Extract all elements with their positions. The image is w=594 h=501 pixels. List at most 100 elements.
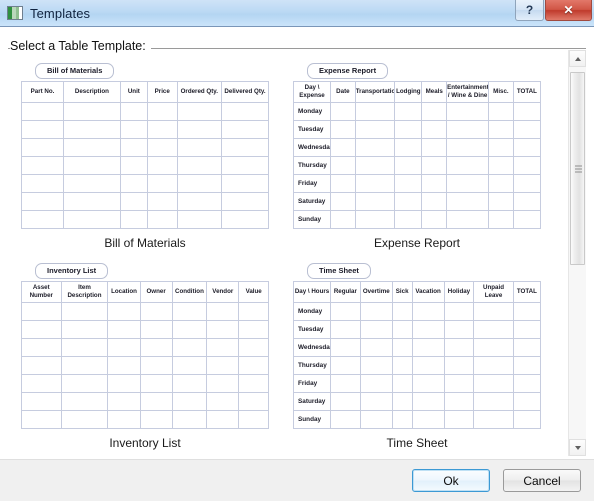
table-cell: [238, 392, 269, 411]
table-cell: [488, 156, 514, 175]
table-row: [21, 392, 269, 411]
table-row: Friday: [292, 374, 542, 393]
table-cell: [488, 192, 514, 211]
table-cell: [206, 302, 240, 321]
table-cell: [21, 138, 64, 157]
column-header: Value: [238, 281, 269, 303]
table-cell: [443, 410, 475, 429]
table-cell: [411, 392, 445, 411]
table-row: [21, 356, 269, 375]
table-cell: [330, 356, 361, 375]
cancel-button[interactable]: Cancel: [503, 469, 581, 492]
vertical-scrollbar[interactable]: [568, 50, 586, 456]
template-caption: Expense Report: [373, 236, 461, 250]
column-header: Unit: [119, 81, 148, 103]
help-button[interactable]: ?: [515, 0, 544, 21]
table-cell: [443, 338, 475, 357]
row-label-cell: Sunday: [292, 210, 332, 229]
table-cell: [512, 374, 542, 393]
table-cell: [119, 102, 148, 121]
table-cell: [206, 320, 240, 339]
table-cell: [359, 302, 393, 321]
table-cell: [238, 374, 269, 393]
template-option[interactable]: Bill of Materials Part No. Description Unit…: [9, 60, 281, 250]
scroll-up-arrow-icon[interactable]: [569, 50, 586, 67]
close-button[interactable]: ✕: [545, 0, 592, 21]
table-cell: [238, 320, 269, 339]
scroll-down-arrow-icon[interactable]: [569, 439, 586, 456]
template-caption: Bill of Materials: [104, 236, 186, 250]
table-cell: [359, 338, 393, 357]
table-cell: [146, 156, 178, 175]
table-cell: [119, 174, 148, 193]
table-row: Friday: [292, 174, 542, 193]
table-cell: [107, 356, 141, 375]
table-cell: [359, 374, 393, 393]
table-cell: [512, 392, 542, 411]
table-cell: [391, 356, 413, 375]
table-cell: [512, 410, 542, 429]
table-cell: [512, 174, 542, 193]
window-title: Templates: [30, 5, 91, 21]
table-cell: [359, 410, 393, 429]
table-cell: [221, 174, 269, 193]
table-cell: [176, 192, 223, 211]
table-row: [21, 174, 269, 193]
table-cell: [446, 156, 490, 175]
table-cell: [488, 102, 514, 121]
table-cell: [421, 174, 448, 193]
table-cell: [139, 374, 173, 393]
table-cell: [512, 192, 542, 211]
column-header: Holiday: [443, 281, 475, 303]
table-cell: [206, 338, 240, 357]
group-box-label: Select a Table Template:: [10, 39, 151, 53]
table-cell: [512, 120, 542, 139]
table-cell: [330, 410, 361, 429]
row-label-cell: Tuesday: [292, 120, 332, 139]
table-cell: [421, 210, 448, 229]
template-option[interactable]: Inventory List Asset Number Item Descripti…: [9, 260, 281, 450]
table-cell: [171, 338, 208, 357]
column-header: Price: [146, 81, 178, 103]
template-preview-table[interactable]: Day \ Expense Date Transportation Lodging Me…: [292, 81, 542, 229]
table-cell: [443, 392, 475, 411]
template-row: Inventory List Asset Number Item Descripti…: [9, 260, 569, 456]
table-cell: [394, 156, 423, 175]
table-cell: [330, 156, 356, 175]
column-header: Vendor: [206, 281, 240, 303]
table-cell: [206, 410, 240, 429]
template-preview-table[interactable]: Day \ Hours Regular Overtime Sick Vacation Ho…: [292, 281, 542, 429]
column-header: Owner: [139, 281, 173, 303]
template-preview-table[interactable]: Part No. Description Unit Price Ordered Qty.…: [21, 81, 269, 229]
template-option[interactable]: Time Sheet Day \ Hours Regular Overtime Sick…: [281, 260, 553, 450]
table-cell: [411, 356, 445, 375]
table-cell: [62, 174, 121, 193]
table-cell: [330, 102, 356, 121]
table-cell: [62, 210, 121, 229]
table-row: Saturday: [292, 192, 542, 211]
table-cell: [139, 410, 173, 429]
row-label-cell: Saturday: [292, 392, 332, 411]
template-row: Bill of Materials Part No. Description Unit…: [9, 60, 569, 260]
table-cell: [411, 338, 445, 357]
table-cell: [473, 410, 514, 429]
table-row: [21, 302, 269, 321]
ok-button[interactable]: Ok: [412, 469, 490, 492]
table-cell: [107, 392, 141, 411]
table-cell: [107, 338, 141, 357]
template-group-box: Select a Table Template: Bill of Materia…: [8, 39, 586, 459]
table-row: Sunday: [292, 210, 542, 229]
table-cell: [512, 138, 542, 157]
table-cell: [411, 320, 445, 339]
table-row: Monday: [292, 102, 542, 121]
table-cell: [394, 174, 423, 193]
table-row: Monday: [292, 302, 542, 321]
column-header: Condition: [171, 281, 208, 303]
template-option[interactable]: Expense Report Day \ Expense Date Transport…: [281, 60, 553, 250]
table-cell: [206, 392, 240, 411]
scrollbar-thumb[interactable]: [570, 72, 585, 265]
table-cell: [391, 392, 413, 411]
template-preview-table[interactable]: Asset Number Item Description Location Owne…: [21, 281, 269, 429]
template-tab-label: Expense Report: [307, 62, 389, 79]
table-cell: [512, 338, 542, 357]
